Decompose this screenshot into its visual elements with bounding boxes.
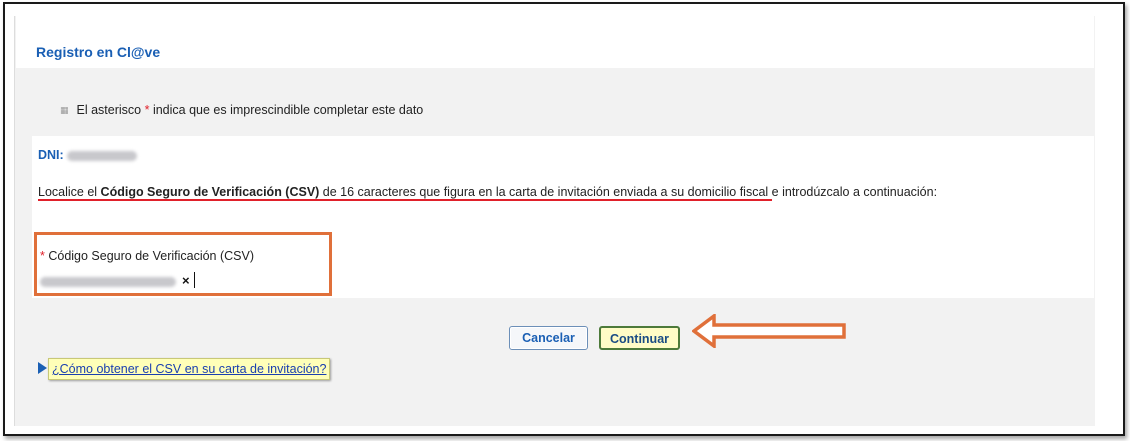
instr-part1: Localice el	[38, 185, 101, 199]
small-square-bullet-icon: ▦	[60, 105, 69, 115]
triangle-right-icon	[38, 362, 47, 374]
dni-label: DNI:	[38, 148, 64, 162]
continue-button[interactable]: Continuar	[599, 326, 680, 350]
hint-prefix: El asterisco	[76, 103, 145, 117]
page-title: Registro en Cl@ve	[36, 44, 161, 60]
dni-row: DNI:	[38, 148, 138, 162]
instr-bold: Código Seguro de Verificación (CSV)	[100, 185, 320, 199]
clear-x-icon[interactable]: ×	[182, 273, 190, 288]
cancel-button[interactable]: Cancelar	[509, 326, 588, 350]
required-hint: ▦ El asterisco * indica que es imprescind…	[60, 103, 423, 117]
red-underline-annotation	[38, 199, 772, 201]
csv-label-text: Código Seguro de Verificación (CSV)	[44, 249, 255, 263]
hint-suffix: indica que es imprescindible completar e…	[149, 103, 424, 117]
csv-input[interactable]	[40, 272, 200, 292]
instr-part2: de 16 caracteres que figura en la carta …	[319, 185, 938, 199]
text-cursor	[194, 272, 195, 288]
csv-value-redacted	[40, 277, 176, 287]
dni-value-redacted	[67, 150, 138, 161]
csv-field-label: * Código Seguro de Verificación (CSV)	[40, 249, 254, 263]
header-area	[16, 16, 1094, 68]
csv-help-link[interactable]: ¿Cómo obtener el CSV en su carta de invi…	[48, 358, 331, 380]
left-arrow-icon	[692, 314, 846, 348]
